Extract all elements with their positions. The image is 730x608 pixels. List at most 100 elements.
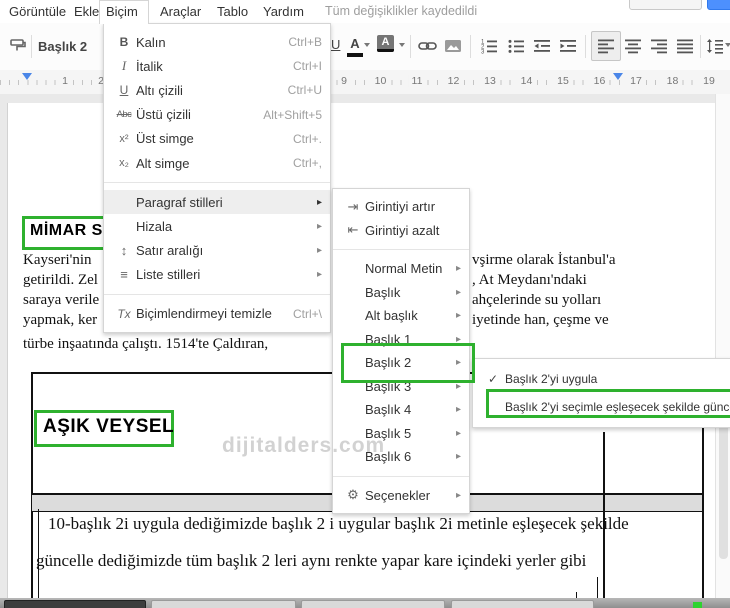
submenu-arrow-icon: ▸ <box>455 489 461 501</box>
paragraph-style-selector[interactable]: Başlık 2 <box>38 35 87 58</box>
toolbar-separator <box>470 35 471 58</box>
ruler-number: 13 <box>481 75 499 87</box>
submenu-arrow-icon: ▸ <box>455 286 461 298</box>
paragraph-style-menu-item[interactable]: Alt başlık ▸ <box>333 304 469 328</box>
format-menu-item[interactable]: I İtalik Ctrl+I ▸ <box>104 54 330 78</box>
document-heading-mimar: MİMAR S <box>30 222 103 239</box>
paragraph-line: ahçelerinde su yolları <box>472 292 602 308</box>
highlight-color-icon[interactable]: A <box>377 35 394 52</box>
indent-decrease-icon: ⇤ <box>347 222 359 238</box>
paragraph-line: , At Meydanı'ndaki <box>472 272 587 288</box>
text-color-caret-icon[interactable] <box>364 43 370 47</box>
shortcut-label: Ctrl+B <box>288 35 322 50</box>
subscript-icon: x₂ <box>119 157 129 170</box>
format-menu-item[interactable]: Paragraf stilleri ▸ <box>104 190 330 215</box>
bulleted-list-icon[interactable] <box>506 34 526 58</box>
increase-indent-icon[interactable] <box>558 34 578 58</box>
taskbar-button-active[interactable] <box>4 600 146 608</box>
line-spacing-caret-icon[interactable] <box>725 43 730 47</box>
format-menu-item[interactable]: ↕ Satır aralığı ▸ <box>104 239 330 263</box>
paragraph-style-menu-item[interactable]: Normal Metin ▸ <box>333 257 469 281</box>
highlight-caret-icon[interactable] <box>399 43 405 47</box>
watermark: dijitalders.com <box>222 434 386 457</box>
svg-text:3: 3 <box>481 50 485 56</box>
format-menu-item[interactable]: Tx Biçimlendirmeyi temizle Ctrl+\ ▸ <box>104 302 330 326</box>
format-menu-item[interactable]: ≡ Liste stilleri ▸ <box>104 263 330 287</box>
shortcut-label: Ctrl+U <box>287 83 322 98</box>
shortcut-label: Ctrl+\ <box>292 306 322 321</box>
bottom-paragraph-line: güncelle dediğimizde tüm başlık 2 leri a… <box>36 551 587 570</box>
paint-format-icon[interactable] <box>8 34 28 58</box>
submenu-arrow-icon: ▸ <box>316 245 322 257</box>
right-indent-marker[interactable] <box>613 73 623 80</box>
submenu-arrow-icon: ▸ <box>455 310 461 322</box>
toolbar-separator <box>585 35 586 58</box>
vertical-scrollbar[interactable] <box>715 94 730 598</box>
google-docs-window: Görüntüle Ekle Biçim Araçlar Tablo Yardı… <box>0 0 730 608</box>
ruler-number: 15 <box>554 75 572 87</box>
ruler-number: 1 <box>59 75 71 87</box>
format-menu-item[interactable]: Abc Üstü çizili Alt+Shift+5 ▸ <box>104 103 330 127</box>
format-menu-item[interactable]: Hizala ▸ <box>104 214 330 238</box>
taskbar-indicator <box>693 602 702 608</box>
paragraph-style-menu-item[interactable]: ⇥ Girintiyi artır ▸ <box>333 195 469 219</box>
ruler-number: 9 <box>338 75 350 87</box>
menu-goruntule[interactable]: Görüntüle <box>3 0 72 23</box>
numbered-list-icon[interactable]: 123 <box>479 34 499 58</box>
menu-tablo[interactable]: Tablo <box>211 0 254 23</box>
submenu-arrow-icon: ▸ <box>455 404 461 416</box>
bold-icon: B <box>119 35 129 50</box>
shortcut-label: Ctrl+, <box>292 156 322 171</box>
align-left-button-active[interactable] <box>591 31 621 61</box>
toolbar-separator <box>410 35 411 58</box>
shortcut-label: Ctrl+. <box>292 131 322 146</box>
taskbar-button[interactable] <box>151 600 296 608</box>
submenu-arrow-icon: ▸ <box>455 451 461 463</box>
nested-line <box>597 577 598 598</box>
format-menu-item[interactable]: x₂ Alt simge Ctrl+, ▸ <box>104 151 330 175</box>
paragraph-style-menu-item[interactable]: ⚙ Seçenekler ▸ <box>333 484 469 508</box>
taskbar-button[interactable] <box>451 600 594 608</box>
paragraph-line: Kayseri'nin <box>23 252 92 268</box>
paragraph-style-menu-item[interactable]: Başlık ▸ <box>333 281 469 305</box>
menu-separator <box>104 182 330 184</box>
submenu-arrow-icon: ▸ <box>316 196 322 208</box>
shortcut-label: Ctrl+I <box>292 59 322 74</box>
format-menu-item[interactable]: B Kalın Ctrl+B ▸ <box>104 30 330 54</box>
insert-link-icon[interactable] <box>417 34 437 58</box>
paragraph-line: türbe inşaatında çalıştı. 1514'te Çaldır… <box>23 336 269 352</box>
comments-button[interactable] <box>629 0 702 10</box>
text-color-icon[interactable]: A <box>347 35 363 57</box>
toolbar-separator <box>700 35 701 58</box>
paragraph-style-menu-item[interactable]: Başlık 4 ▸ <box>333 398 469 422</box>
format-menu-item[interactable]: U Altı çizili Ctrl+U ▸ <box>104 78 330 102</box>
ruler-number: 17 <box>627 75 645 87</box>
checkmark-icon: ✓ <box>487 372 499 386</box>
paragraph-line: getirildi. Zel <box>23 272 98 288</box>
menu-araclar[interactable]: Araçlar <box>154 0 207 23</box>
align-right-icon[interactable] <box>649 34 669 58</box>
submenu-arrow-icon: ▸ <box>316 220 322 232</box>
decrease-indent-icon[interactable] <box>532 34 552 58</box>
line-spacing-icon[interactable] <box>705 34 725 58</box>
taskbar-button[interactable] <box>301 600 445 608</box>
clear-formatting-icon: Tx <box>117 306 131 321</box>
justify-icon[interactable] <box>675 34 695 58</box>
insert-image-icon[interactable] <box>443 34 463 58</box>
menu-bicim[interactable]: Biçim <box>99 0 149 24</box>
format-menu-item[interactable]: x² Üst simge Ctrl+. ▸ <box>104 127 330 151</box>
ruler-number: 10 <box>371 75 390 87</box>
toolbar-separator <box>31 35 32 58</box>
paragraph-line: iyetinde han, çeşme ve <box>472 312 609 328</box>
strikethrough-icon: Abc <box>116 109 132 121</box>
paragraph-line: saraya verile <box>23 292 100 308</box>
align-center-icon[interactable] <box>623 34 643 58</box>
left-indent-marker[interactable] <box>22 73 32 80</box>
share-button[interactable] <box>707 0 730 10</box>
paragraph-style-menu-item[interactable]: ⇤ Girintiyi azalt ▸ <box>333 219 469 243</box>
menu-yardim[interactable]: Yardım <box>257 0 310 23</box>
underline-icon[interactable]: U <box>331 37 340 52</box>
line-spacing-icon: ↕ <box>120 243 128 259</box>
underline-icon: U <box>119 83 129 98</box>
bottom-paragraph-line: 10-başlık 2i uygula dediğimizde başlık 2… <box>48 514 629 533</box>
